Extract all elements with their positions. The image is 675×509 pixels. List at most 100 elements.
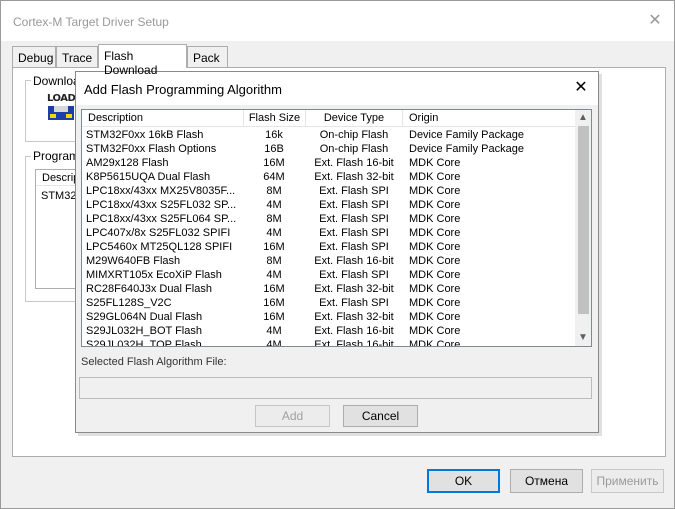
row-flash-size: 16B: [264, 143, 284, 155]
tab-debug-label: Debug: [18, 51, 54, 65]
outer-titlebar: Cortex-M Target Driver Setup ✕: [1, 1, 674, 41]
row-description: MIMXRT105x EcoXiP Flash: [86, 269, 222, 281]
row-description: STM32F0xx Flash Options: [86, 143, 217, 155]
row-device-type: Ext. Flash 16-bit: [314, 325, 394, 337]
tab-trace[interactable]: Trace: [56, 46, 98, 67]
row-flash-size: 16M: [263, 311, 285, 323]
row-flash-size: 64M: [263, 171, 285, 183]
algorithm-row[interactable]: LPC18xx/43xx S25FL032 SP... 4M Ext. Flash …: [82, 198, 575, 212]
row-flash-size: 16k: [265, 129, 283, 141]
algorithm-row[interactable]: LPC18xx/43xx MX25V8035F... 8M Ext. Flash S…: [82, 184, 575, 198]
row-device-type: Ext. Flash SPI: [319, 199, 389, 211]
algorithm-row[interactable]: K8P5615UQA Dual Flash 64M Ext. Flash 32-bi…: [82, 170, 575, 184]
load-icon-text: LOAD: [47, 93, 76, 104]
algorithm-list[interactable]: Description Flash Size Device Type Origi…: [81, 109, 592, 347]
row-origin: MDK Core: [409, 157, 461, 169]
row-origin: MDK Core: [409, 213, 461, 225]
row-device-type: Ext. Flash 32-bit: [314, 171, 394, 183]
tab-debug[interactable]: Debug: [12, 46, 56, 67]
row-flash-size: 4M: [266, 199, 282, 211]
add-flash-algorithm-dialog: Add Flash Programming Algorithm ✕ Descri…: [75, 71, 599, 433]
algorithm-row[interactable]: S29JL032H_TOP Flash 4M Ext. Flash 16-bit MD…: [82, 338, 575, 346]
tab-flash-download[interactable]: Flash Download: [98, 44, 187, 77]
scroll-thumb[interactable]: [578, 126, 589, 314]
row-flash-size: 16M: [263, 157, 285, 169]
row-flash-size: 16M: [263, 283, 285, 295]
algorithm-row[interactable]: MIMXRT105x EcoXiP Flash 4M Ext. Flash SPI M…: [82, 268, 575, 282]
column-header-flash-size[interactable]: Flash Size: [244, 110, 306, 127]
ok-button[interactable]: OK: [427, 469, 500, 493]
apply-button: Применить: [591, 469, 664, 493]
row-flash-size: 4M: [266, 325, 282, 337]
row-description: LPC18xx/43xx S25FL032 SP...: [86, 199, 237, 211]
algorithm-row[interactable]: LPC18xx/43xx S25FL064 SP... 8M Ext. Flash …: [82, 212, 575, 226]
scroll-down-icon[interactable]: ▼: [575, 330, 591, 346]
row-description: M29W640FB Flash: [86, 255, 181, 267]
row-flash-size: 16M: [263, 241, 285, 253]
vertical-scrollbar[interactable]: ▲ ▼: [575, 110, 591, 346]
row-description: STM32F0xx 16kB Flash: [86, 129, 204, 141]
load-icon[interactable]: LOAD: [47, 93, 76, 123]
tab-pack-label: Pack: [193, 51, 220, 65]
column-header-origin[interactable]: Origin: [403, 110, 575, 127]
row-flash-size: 16M: [263, 297, 285, 309]
row-flash-size: 4M: [266, 339, 282, 346]
row-origin: MDK Core: [409, 227, 461, 239]
dialog-cancel-button[interactable]: Cancel: [343, 405, 418, 427]
dialog-close-icon[interactable]: ✕: [572, 79, 590, 97]
row-origin: MDK Core: [409, 185, 461, 197]
row-origin: MDK Core: [409, 241, 461, 253]
row-device-type: Ext. Flash 16-bit: [314, 339, 394, 346]
row-origin: MDK Core: [409, 297, 461, 309]
row-description: S29JL032H_TOP Flash: [86, 339, 202, 346]
algorithm-row[interactable]: S25FL128S_V2C 16M Ext. Flash SPI MDK Core: [82, 296, 575, 310]
row-description: S29GL064N Dual Flash: [86, 311, 203, 323]
outer-cancel-button[interactable]: Отмена: [510, 469, 583, 493]
row-origin: MDK Core: [409, 339, 461, 346]
row-description: S29JL032H_BOT Flash: [86, 325, 202, 337]
row-description: RC28F640J3x Dual Flash: [86, 283, 212, 295]
outer-close-icon[interactable]: ✕: [646, 12, 664, 30]
programming-list-row[interactable]: STM32: [41, 190, 76, 202]
dialog-title: Add Flash Programming Algorithm: [84, 82, 282, 97]
row-device-type: Ext. Flash SPI: [319, 213, 389, 225]
scroll-up-icon[interactable]: ▲: [575, 110, 591, 126]
add-button: Add: [255, 405, 330, 427]
tab-trace-label: Trace: [62, 51, 93, 65]
row-device-type: Ext. Flash SPI: [319, 185, 389, 197]
row-origin: Device Family Package: [409, 129, 524, 141]
column-header-device-type[interactable]: Device Type: [306, 110, 403, 127]
row-device-type: Ext. Flash 32-bit: [314, 311, 394, 323]
algorithm-row[interactable]: STM32F0xx Flash Options 16B On-chip Flash D…: [82, 142, 575, 156]
row-description: AM29x128 Flash: [86, 157, 169, 169]
row-device-type: Ext. Flash SPI: [319, 227, 389, 239]
column-header-description[interactable]: Description: [82, 110, 244, 127]
row-origin: MDK Core: [409, 325, 461, 337]
row-origin: MDK Core: [409, 283, 461, 295]
algorithm-row[interactable]: LPC5460x MT25QL128 SPIFI 16M Ext. Flash SP…: [82, 240, 575, 254]
row-device-type: Ext. Flash 16-bit: [314, 157, 394, 169]
selected-file-field: [79, 377, 592, 399]
outer-window-title: Cortex-M Target Driver Setup: [13, 15, 169, 29]
row-flash-size: 8M: [266, 213, 282, 225]
row-origin: MDK Core: [409, 269, 461, 281]
row-description: LPC18xx/43xx S25FL064 SP...: [86, 213, 237, 225]
tab-flash-download-label: Flash Download: [104, 49, 158, 77]
algorithm-row[interactable]: S29GL064N Dual Flash 16M Ext. Flash 32-bit…: [82, 310, 575, 324]
row-origin: MDK Core: [409, 311, 461, 323]
algorithm-row[interactable]: AM29x128 Flash 16M Ext. Flash 16-bit MDK Co…: [82, 156, 575, 170]
algorithm-row[interactable]: LPC407x/8x S25FL032 SPIFI 4M Ext. Flash SP…: [82, 226, 575, 240]
row-flash-size: 4M: [266, 227, 282, 239]
algorithm-row[interactable]: S29JL032H_BOT Flash 4M Ext. Flash 16-bit MD…: [82, 324, 575, 338]
row-flash-size: 4M: [266, 269, 282, 281]
list-header: Description Flash Size Device Type Origi…: [82, 110, 575, 127]
row-flash-size: 8M: [266, 185, 282, 197]
algorithm-row[interactable]: M29W640FB Flash 8M Ext. Flash 16-bit MDK Co…: [82, 254, 575, 268]
row-description: S25FL128S_V2C: [86, 297, 172, 309]
row-device-type: Ext. Flash SPI: [319, 241, 389, 253]
row-device-type: On-chip Flash: [319, 143, 389, 155]
algorithm-row[interactable]: RC28F640J3x Dual Flash 16M Ext. Flash 32-b…: [82, 282, 575, 296]
tab-pack[interactable]: Pack: [187, 46, 228, 67]
algorithm-row[interactable]: STM32F0xx 16kB Flash 16k On-chip Flash Devi…: [82, 128, 575, 142]
row-device-type: Ext. Flash 16-bit: [314, 255, 394, 267]
